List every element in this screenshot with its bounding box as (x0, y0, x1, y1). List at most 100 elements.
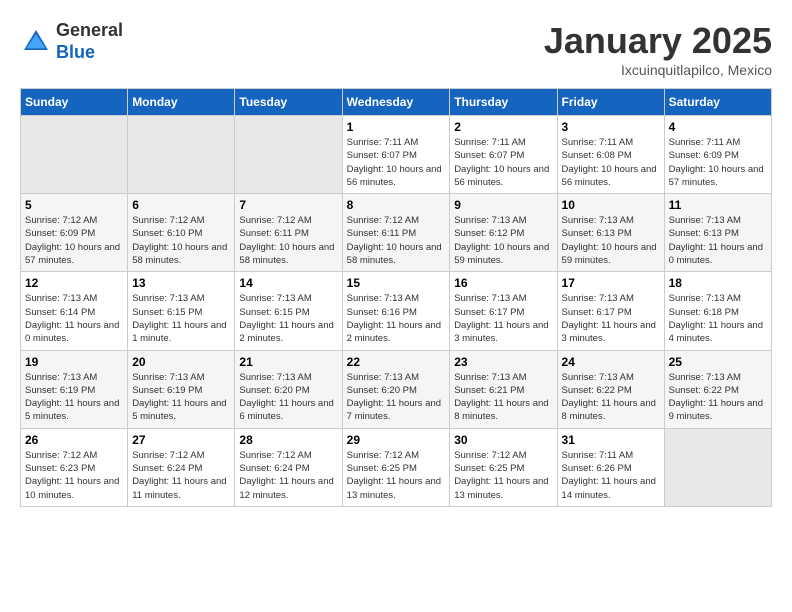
day-info: Sunrise: 7:12 AMSunset: 6:24 PMDaylight:… (132, 449, 230, 502)
table-row: 20 Sunrise: 7:13 AMSunset: 6:19 PMDayligh… (128, 350, 235, 428)
table-row: 12 Sunrise: 7:13 AMSunset: 6:14 PMDayligh… (21, 272, 128, 350)
day-number: 10 (562, 198, 660, 212)
day-info: Sunrise: 7:13 AMSunset: 6:19 PMDaylight:… (132, 371, 230, 424)
day-info: Sunrise: 7:12 AMSunset: 6:11 PMDaylight:… (347, 214, 446, 267)
table-row: 17Sunrise: 7:13 AMSunset: 6:17 PMDayligh… (557, 272, 664, 350)
table-row: 15 Sunrise: 7:13 AMSunset: 6:16 PMDayligh… (342, 272, 450, 350)
header-sunday: Sunday (21, 89, 128, 116)
table-row: 7 Sunrise: 7:12 AMSunset: 6:11 PMDaylight… (235, 194, 342, 272)
table-row: 16 Sunrise: 7:13 AMSunset: 6:17 PMDayligh… (450, 272, 557, 350)
logo: General Blue (20, 20, 123, 63)
day-info: Sunrise: 7:13 AMSunset: 6:21 PMDaylight:… (454, 371, 552, 424)
day-number: 18 (669, 276, 767, 290)
table-row: 2Sunrise: 7:11 AMSunset: 6:07 PMDaylight… (450, 116, 557, 194)
logo-icon (20, 26, 52, 58)
day-number: 12 (25, 276, 123, 290)
table-row: 11 Sunrise: 7:13 AMSunset: 6:13 PMDayligh… (664, 194, 771, 272)
table-row (235, 116, 342, 194)
day-info: Sunrise: 7:13 AMSunset: 6:20 PMDaylight:… (347, 371, 446, 424)
day-info: Sunrise: 7:13 AMSunset: 6:16 PMDaylight:… (347, 292, 446, 345)
week-row-2: 5 Sunrise: 7:12 AMSunset: 6:09 PMDaylight… (21, 194, 772, 272)
table-row: 28 Sunrise: 7:12 AMSunset: 6:24 PMDayligh… (235, 428, 342, 506)
table-row: 8 Sunrise: 7:12 AMSunset: 6:11 PMDaylight… (342, 194, 450, 272)
day-number: 11 (669, 198, 767, 212)
day-number: 7 (239, 198, 337, 212)
day-info: Sunrise: 7:12 AMSunset: 6:25 PMDaylight:… (347, 449, 446, 502)
logo-blue: Blue (56, 42, 123, 64)
table-row: 22 Sunrise: 7:13 AMSunset: 6:20 PMDayligh… (342, 350, 450, 428)
table-row: 14Sunrise: 7:13 AMSunset: 6:15 PMDayligh… (235, 272, 342, 350)
day-number: 20 (132, 355, 230, 369)
day-number: 1 (347, 120, 446, 134)
table-row: 26 Sunrise: 7:12 AMSunset: 6:23 PMDayligh… (21, 428, 128, 506)
day-number: 2 (454, 120, 552, 134)
day-number: 14 (239, 276, 337, 290)
day-info: Sunrise: 7:11 AMSunset: 6:07 PMDaylight:… (347, 136, 446, 189)
day-info: Sunrise: 7:13 AMSunset: 6:15 PMDaylight:… (132, 292, 230, 345)
header-thursday: Thursday (450, 89, 557, 116)
table-row: 30Sunrise: 7:12 AMSunset: 6:25 PMDayligh… (450, 428, 557, 506)
day-number: 21 (239, 355, 337, 369)
day-info: Sunrise: 7:13 AMSunset: 6:22 PMDaylight:… (669, 371, 767, 424)
day-info: Sunrise: 7:12 AMSunset: 6:11 PMDaylight:… (239, 214, 337, 267)
day-number: 4 (669, 120, 767, 134)
day-number: 9 (454, 198, 552, 212)
day-info: Sunrise: 7:13 AMSunset: 6:18 PMDaylight:… (669, 292, 767, 345)
table-row: 10 Sunrise: 7:13 AMSunset: 6:13 PMDayligh… (557, 194, 664, 272)
table-row: 3Sunrise: 7:11 AMSunset: 6:08 PMDaylight… (557, 116, 664, 194)
day-number: 22 (347, 355, 446, 369)
header-monday: Monday (128, 89, 235, 116)
calendar-table: Sunday Monday Tuesday Wednesday Thursday… (20, 88, 772, 507)
table-row: 9 Sunrise: 7:13 AMSunset: 6:12 PMDaylight… (450, 194, 557, 272)
header-friday: Friday (557, 89, 664, 116)
day-info: Sunrise: 7:11 AMSunset: 6:09 PMDaylight:… (669, 136, 767, 189)
table-row (664, 428, 771, 506)
day-number: 31 (562, 433, 660, 447)
day-number: 26 (25, 433, 123, 447)
day-number: 13 (132, 276, 230, 290)
day-info: Sunrise: 7:13 AMSunset: 6:13 PMDaylight:… (669, 214, 767, 267)
header-wednesday: Wednesday (342, 89, 450, 116)
title-block: January 2025 Ixcuinquitlapilco, Mexico (544, 20, 772, 78)
day-info: Sunrise: 7:12 AMSunset: 6:09 PMDaylight:… (25, 214, 123, 267)
table-row: 6 Sunrise: 7:12 AMSunset: 6:10 PMDaylight… (128, 194, 235, 272)
day-info: Sunrise: 7:13 AMSunset: 6:19 PMDaylight:… (25, 371, 123, 424)
logo-text: General Blue (56, 20, 123, 63)
table-row: 29 Sunrise: 7:12 AMSunset: 6:25 PMDayligh… (342, 428, 450, 506)
day-number: 6 (132, 198, 230, 212)
day-info: Sunrise: 7:12 AMSunset: 6:24 PMDaylight:… (239, 449, 337, 502)
table-row: 31Sunrise: 7:11 AMSunset: 6:26 PMDayligh… (557, 428, 664, 506)
day-number: 8 (347, 198, 446, 212)
day-info: Sunrise: 7:13 AMSunset: 6:13 PMDaylight:… (562, 214, 660, 267)
day-number: 29 (347, 433, 446, 447)
day-number: 28 (239, 433, 337, 447)
day-number: 27 (132, 433, 230, 447)
table-row: 23 Sunrise: 7:13 AMSunset: 6:21 PMDayligh… (450, 350, 557, 428)
day-info: Sunrise: 7:13 AMSunset: 6:17 PMDaylight:… (454, 292, 552, 345)
day-number: 3 (562, 120, 660, 134)
week-row-1: 1 Sunrise: 7:11 AMSunset: 6:07 PMDaylight… (21, 116, 772, 194)
day-number: 19 (25, 355, 123, 369)
table-row (128, 116, 235, 194)
table-row: 13 Sunrise: 7:13 AMSunset: 6:15 PMDayligh… (128, 272, 235, 350)
week-row-5: 26 Sunrise: 7:12 AMSunset: 6:23 PMDayligh… (21, 428, 772, 506)
table-row (21, 116, 128, 194)
table-row: 4 Sunrise: 7:11 AMSunset: 6:09 PMDaylight… (664, 116, 771, 194)
week-row-4: 19 Sunrise: 7:13 AMSunset: 6:19 PMDayligh… (21, 350, 772, 428)
day-number: 25 (669, 355, 767, 369)
table-row: 24Sunrise: 7:13 AMSunset: 6:22 PMDayligh… (557, 350, 664, 428)
day-number: 17 (562, 276, 660, 290)
day-number: 16 (454, 276, 552, 290)
day-info: Sunrise: 7:12 AMSunset: 6:10 PMDaylight:… (132, 214, 230, 267)
header-saturday: Saturday (664, 89, 771, 116)
day-info: Sunrise: 7:12 AMSunset: 6:23 PMDaylight:… (25, 449, 123, 502)
location-subtitle: Ixcuinquitlapilco, Mexico (544, 62, 772, 78)
table-row: 27 Sunrise: 7:12 AMSunset: 6:24 PMDayligh… (128, 428, 235, 506)
day-number: 23 (454, 355, 552, 369)
day-number: 5 (25, 198, 123, 212)
table-row: 5 Sunrise: 7:12 AMSunset: 6:09 PMDaylight… (21, 194, 128, 272)
day-info: Sunrise: 7:13 AMSunset: 6:12 PMDaylight:… (454, 214, 552, 267)
day-number: 30 (454, 433, 552, 447)
day-number: 15 (347, 276, 446, 290)
day-info: Sunrise: 7:13 AMSunset: 6:14 PMDaylight:… (25, 292, 123, 345)
